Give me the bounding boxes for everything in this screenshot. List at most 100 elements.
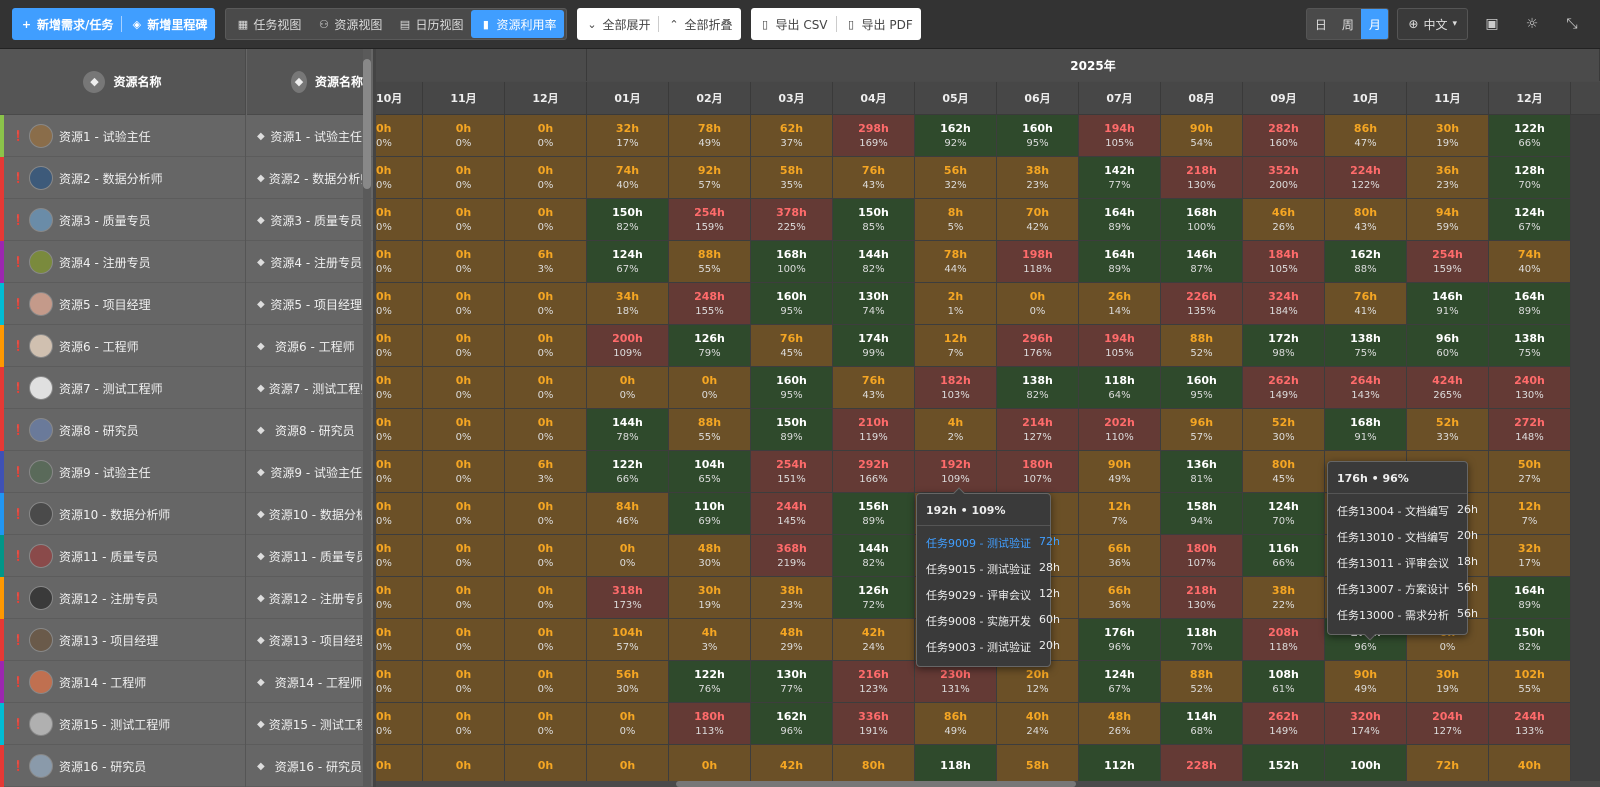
utilization-cell[interactable]: 146h 87% — [1161, 241, 1243, 283]
utilization-cell[interactable]: 78h 49% — [669, 115, 751, 157]
calendar-view-tab[interactable]: ▤ 日历视图 — [390, 10, 471, 38]
utilization-cell[interactable]: 66h 36% — [1079, 577, 1161, 619]
utilization-cell[interactable]: 174h 99% — [833, 325, 915, 367]
utilization-cell[interactable]: 118h 64% — [1079, 367, 1161, 409]
utilization-cell[interactable]: 160h 95% — [751, 367, 833, 409]
utilization-cell[interactable]: 50h 27% — [1489, 451, 1571, 493]
utilization-cell[interactable]: 38h 22% — [1243, 577, 1325, 619]
utilization-cell[interactable]: 12h 7% — [1079, 493, 1161, 535]
utilization-cell[interactable]: 124h 67% — [587, 241, 669, 283]
utilization-cell[interactable]: 0h0% — [376, 703, 423, 745]
vertical-scroll-thumb[interactable] — [363, 59, 371, 189]
utilization-cell[interactable]: 244h 133% — [1489, 703, 1571, 745]
utilization-cell[interactable]: 204h 127% — [1407, 703, 1489, 745]
resource-row[interactable]: ❗资源15 - 测试工程师◆资源15 - 测试工程师 — [0, 703, 373, 745]
utilization-cell[interactable]: 264h 143% — [1325, 367, 1407, 409]
utilization-cell[interactable]: 128h 70% — [1489, 157, 1571, 199]
utilization-cell[interactable]: 292h 166% — [833, 451, 915, 493]
utilization-cell[interactable]: 172h 98% — [1243, 325, 1325, 367]
utilization-cell[interactable]: 244h 145% — [751, 493, 833, 535]
utilization-cell[interactable]: 0h0% — [587, 535, 669, 577]
utilization-cell[interactable]: 0h0% — [505, 199, 587, 241]
utilization-cell[interactable]: 0h0% — [423, 325, 505, 367]
utilization-cell[interactable]: 38h 23% — [751, 577, 833, 619]
utilization-cell[interactable]: 0h0% — [423, 493, 505, 535]
utilization-cell[interactable]: 26h 14% — [1079, 283, 1161, 325]
utilization-cell[interactable]: 70h 42% — [997, 199, 1079, 241]
task-view-tab[interactable]: ▦ 任务视图 — [228, 10, 309, 38]
utilization-cell[interactable]: 66h 36% — [1079, 535, 1161, 577]
utilization-cell[interactable]: 0h0% — [376, 451, 423, 493]
utilization-cell[interactable]: 102h 55% — [1489, 661, 1571, 703]
utilization-cell[interactable]: 96h 60% — [1407, 325, 1489, 367]
resource-row[interactable]: ❗ 资源9 - 试验主任 ◆ 资源9 - 试验主任 — [0, 451, 373, 493]
utilization-cell[interactable]: 224h 122% — [1325, 157, 1407, 199]
utilization-cell[interactable]: 164h 89% — [1489, 577, 1571, 619]
tooltip-task-item[interactable]: 任务9008 - 实施开发 60h — [917, 608, 1060, 634]
utilization-cell[interactable]: 0h0% — [423, 199, 505, 241]
utilization-cell[interactable]: 32h 17% — [1489, 535, 1571, 577]
utilization-cell[interactable]: 0h0% — [505, 703, 587, 745]
utilization-cell[interactable]: 180h 113% — [669, 703, 751, 745]
utilization-view-tab[interactable]: ▮ 资源利用率 — [471, 10, 565, 38]
utilization-cell[interactable]: 42h 24% — [833, 619, 915, 661]
utilization-cell[interactable]: 368h 219% — [751, 535, 833, 577]
utilization-cell[interactable]: 0h0% — [505, 367, 587, 409]
horizontal-scrollbar[interactable] — [376, 781, 1600, 787]
export-pdf-button[interactable]: ▯ 导出 PDF — [837, 8, 921, 40]
utilization-cell[interactable]: 352h 200% — [1243, 157, 1325, 199]
utilization-cell[interactable]: 194h 105% — [1079, 115, 1161, 157]
utilization-cell[interactable]: 262h 149% — [1243, 703, 1325, 745]
today-button[interactable]: ▣ — [1476, 8, 1508, 40]
utilization-cell[interactable]: 104h 57% — [587, 619, 669, 661]
utilization-cell[interactable]: 180h 107% — [1161, 535, 1243, 577]
utilization-cell[interactable]: 162h 96% — [751, 703, 833, 745]
utilization-cell[interactable]: 320h 174% — [1325, 703, 1407, 745]
utilization-cell[interactable]: 0h0% — [423, 283, 505, 325]
utilization-cell[interactable]: 76h 43% — [833, 157, 915, 199]
utilization-cell[interactable]: 4h 2% — [915, 409, 997, 451]
utilization-cell[interactable]: 248h 155% — [669, 283, 751, 325]
utilization-cell[interactable]: 272h 148% — [1489, 409, 1571, 451]
tooltip-task-item[interactable]: 任务13004 - 文档编写 26h — [1328, 498, 1478, 524]
tooltip-task-item[interactable]: 任务9009 - 测试验证 72h — [917, 530, 1060, 556]
utilization-cell[interactable]: 0h0% — [505, 619, 587, 661]
utilization-cell[interactable]: 296h 176% — [997, 325, 1079, 367]
utilization-cell[interactable]: 0h0% — [423, 535, 505, 577]
utilization-cell[interactable]: 146h 91% — [1407, 283, 1489, 325]
utilization-cell[interactable]: 4h 3% — [669, 619, 751, 661]
add-task-button[interactable]: + 新增需求/任务 — [12, 8, 121, 40]
utilization-cell[interactable]: 0h0% — [376, 661, 423, 703]
utilization-cell[interactable]: 52h 30% — [1243, 409, 1325, 451]
utilization-cell[interactable]: 168h 100% — [751, 241, 833, 283]
resource-row[interactable]: ❗ 资源5 - 项目经理 ◆ 资源5 - 项目经理 — [0, 283, 373, 325]
utilization-cell[interactable]: 0h0% — [376, 493, 423, 535]
resource-view-tab[interactable]: ⚇ 资源视图 — [309, 10, 390, 38]
utilization-cell[interactable]: 122h 66% — [587, 451, 669, 493]
utilization-cell[interactable]: 0h0% — [505, 157, 587, 199]
resource-row[interactable]: ❗ 资源1 - 试验主任 ◆ 资源1 - 试验主任 — [0, 115, 373, 157]
scale-day-button[interactable]: 日 — [1307, 9, 1334, 39]
utilization-cell[interactable]: 138h 75% — [1489, 325, 1571, 367]
utilization-cell[interactable]: 0h0% — [376, 241, 423, 283]
collapse-all-button[interactable]: ⌃ 全部折叠 — [659, 8, 740, 40]
utilization-cell[interactable]: 12h 7% — [915, 325, 997, 367]
utilization-cell[interactable]: 0h0% — [376, 409, 423, 451]
utilization-cell[interactable]: 136h 81% — [1161, 451, 1243, 493]
add-milestone-button[interactable]: ◈ 新增里程碑 — [122, 8, 215, 40]
utilization-cell[interactable]: 240h 130% — [1489, 367, 1571, 409]
utilization-cell[interactable]: 34h 18% — [587, 283, 669, 325]
utilization-cell[interactable]: 36h 23% — [1407, 157, 1489, 199]
utilization-cell[interactable]: 116h 66% — [1243, 535, 1325, 577]
utilization-cell[interactable]: 144h 82% — [833, 241, 915, 283]
utilization-cell[interactable]: 0h0% — [423, 451, 505, 493]
utilization-cell[interactable]: 78h 44% — [915, 241, 997, 283]
tooltip-task-item[interactable]: 任务9015 - 测试验证 28h — [917, 556, 1060, 582]
tooltip-task-item[interactable]: 任务13007 - 方案设计 56h — [1328, 576, 1478, 602]
utilization-cell[interactable]: 88h 52% — [1161, 325, 1243, 367]
utilization-cell[interactable]: 0h0% — [505, 409, 587, 451]
resource-row[interactable]: ❗ 资源4 - 注册专员 ◆ 资源4 - 注册专员 — [0, 241, 373, 283]
utilization-cell[interactable]: 150h 82% — [1489, 619, 1571, 661]
utilization-cell[interactable]: 210h 119% — [833, 409, 915, 451]
utilization-cell[interactable]: 0h0% — [376, 577, 423, 619]
